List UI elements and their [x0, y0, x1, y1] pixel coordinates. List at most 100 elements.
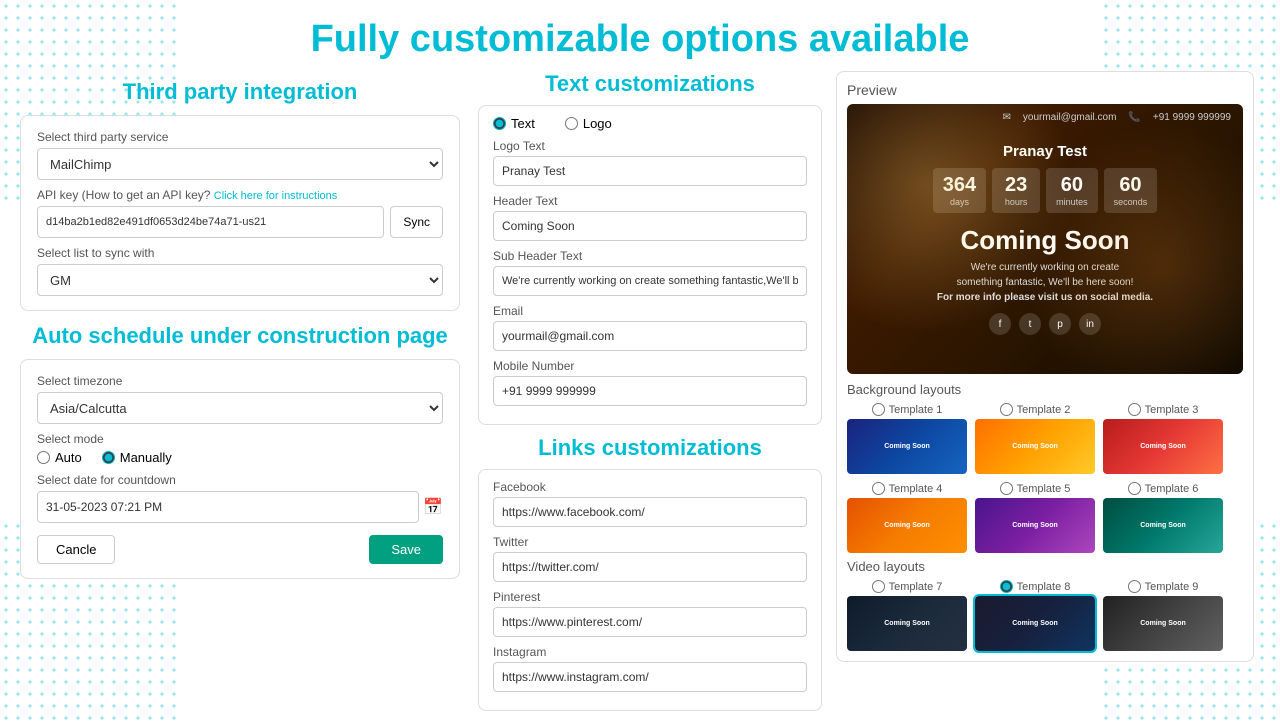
- template-7-thumb[interactable]: Coming Soon: [847, 596, 967, 651]
- template-5-radio[interactable]: [1000, 482, 1013, 495]
- template-1-label: Template 1: [889, 404, 943, 416]
- twitter-label: Twitter: [493, 535, 807, 549]
- template-item-2: Template 2 Coming Soon: [975, 403, 1095, 474]
- date-row: 📅: [37, 491, 443, 523]
- template-2-radio[interactable]: [1000, 403, 1013, 416]
- preview-image: ✉ yourmail@gmail.com 📞 +91 9999 999999 P…: [847, 104, 1243, 374]
- mode-radio-group: Auto Manually: [37, 450, 443, 465]
- template-4-radio[interactable]: [872, 482, 885, 495]
- mode-auto-radio[interactable]: [37, 451, 50, 464]
- template-7-label: Template 7: [889, 581, 943, 593]
- mode-label: Select mode: [37, 432, 443, 446]
- template-2-thumb[interactable]: Coming Soon: [975, 419, 1095, 474]
- template-item-3: Template 3 Coming Soon: [1103, 403, 1223, 474]
- sync-button[interactable]: Sync: [390, 206, 443, 238]
- twitter-input[interactable]: [493, 552, 807, 582]
- preview-particles: [847, 104, 1243, 374]
- list-label: Select list to sync with: [37, 246, 443, 260]
- mode-manually-label[interactable]: Manually: [102, 450, 172, 465]
- action-buttons: Cancle Save: [37, 535, 443, 564]
- cancel-button[interactable]: Cancle: [37, 535, 115, 564]
- api-link[interactable]: Click here for instructions: [214, 190, 338, 202]
- left-panel: Third party integration Select third par…: [10, 71, 470, 721]
- template-item-5: Template 5 Coming Soon: [975, 482, 1095, 553]
- facebook-field: Facebook: [493, 480, 807, 527]
- logo-text-input[interactable]: [493, 156, 807, 186]
- mode-auto-label[interactable]: Auto: [37, 450, 82, 465]
- pinterest-input[interactable]: [493, 607, 807, 637]
- facebook-label: Facebook: [493, 480, 807, 494]
- mode-auto-text: Auto: [55, 450, 82, 465]
- api-key-label: API key (How to get an API key? Click he…: [37, 188, 443, 202]
- template-1-radio[interactable]: [872, 403, 885, 416]
- pinterest-field: Pinterest: [493, 590, 807, 637]
- template-2-label: Template 2: [1017, 404, 1071, 416]
- template-item-9: Template 9 Coming Soon: [1103, 580, 1223, 651]
- template-item-1: Template 1 Coming Soon: [847, 403, 967, 474]
- right-panel: Preview ✉ yourmail@gmail.com 📞 +91 9999 …: [830, 71, 1260, 721]
- logo-radio[interactable]: [565, 117, 578, 130]
- mode-manually-radio[interactable]: [102, 451, 115, 464]
- main-heading: Fully customizable options available: [0, 0, 1280, 71]
- logo-radio-label[interactable]: Logo: [565, 116, 612, 131]
- template-8-radio[interactable]: [1000, 580, 1013, 593]
- sub-header-field: Sub Header Text: [493, 249, 807, 296]
- text-radio-label[interactable]: Text: [493, 116, 535, 131]
- email-input[interactable]: [493, 321, 807, 351]
- template-5-thumb[interactable]: Coming Soon: [975, 498, 1095, 553]
- facebook-input[interactable]: [493, 497, 807, 527]
- template-5-label: Template 5: [1017, 483, 1071, 495]
- instagram-field: Instagram: [493, 645, 807, 692]
- third-party-title: Third party integration: [20, 79, 460, 105]
- save-button[interactable]: Save: [369, 535, 443, 564]
- twitter-field: Twitter: [493, 535, 807, 582]
- template-7-radio[interactable]: [872, 580, 885, 593]
- template-9-thumb[interactable]: Coming Soon: [1103, 596, 1223, 651]
- middle-panel: Text customizations Text Logo Logo Text …: [470, 71, 830, 721]
- template-item-7: Template 7 Coming Soon: [847, 580, 967, 651]
- template-6-thumb[interactable]: Coming Soon: [1103, 498, 1223, 553]
- preview-phone: +91 9999 999999: [1153, 112, 1231, 123]
- calendar-icon[interactable]: 📅: [423, 497, 443, 517]
- email-label: Email: [493, 304, 807, 318]
- date-input[interactable]: [37, 491, 419, 523]
- text-customizations-title: Text customizations: [478, 71, 822, 97]
- logo-text-label: Logo Text: [493, 139, 807, 153]
- preview-contact-info: ✉ yourmail@gmail.com 📞 +91 9999 999999: [1003, 112, 1232, 123]
- template-3-label: Template 3: [1145, 404, 1199, 416]
- template-8-thumb[interactable]: Coming Soon: [975, 596, 1095, 651]
- third-party-select[interactable]: MailChimp Other: [37, 148, 443, 180]
- preview-phone-icon: 📞: [1128, 112, 1140, 123]
- preview-email-icon: ✉: [1003, 112, 1011, 123]
- sub-header-input[interactable]: [493, 266, 807, 296]
- text-radio[interactable]: [493, 117, 506, 130]
- header-text-input[interactable]: [493, 211, 807, 241]
- template-6-label: Template 6: [1145, 483, 1199, 495]
- mobile-input[interactable]: [493, 376, 807, 406]
- date-label: Select date for countdown: [37, 473, 443, 487]
- text-radio-text: Text: [511, 116, 535, 131]
- auto-schedule-title: Auto schedule under construction page: [20, 323, 460, 349]
- timezone-select[interactable]: Asia/Calcutta: [37, 392, 443, 424]
- background-template-grid: Template 1 Coming Soon Template 2 Coming…: [847, 403, 1243, 553]
- template-item-4: Template 4 Coming Soon: [847, 482, 967, 553]
- template-4-thumb[interactable]: Coming Soon: [847, 498, 967, 553]
- template-4-label: Template 4: [889, 483, 943, 495]
- sub-header-label: Sub Header Text: [493, 249, 807, 263]
- instagram-input[interactable]: [493, 662, 807, 692]
- third-party-card: Select third party service MailChimp Oth…: [20, 115, 460, 311]
- template-3-radio[interactable]: [1128, 403, 1141, 416]
- api-key-row: Sync: [37, 206, 443, 238]
- preview-container: Preview ✉ yourmail@gmail.com 📞 +91 9999 …: [836, 71, 1254, 662]
- template-9-radio[interactable]: [1128, 580, 1141, 593]
- template-item-8: Template 8 Coming Soon: [975, 580, 1095, 651]
- timezone-label: Select timezone: [37, 374, 443, 388]
- template-6-radio[interactable]: [1128, 482, 1141, 495]
- template-8-label: Template 8: [1017, 581, 1071, 593]
- text-customizations-card: Text Logo Logo Text Header Text Sub Head…: [478, 105, 822, 425]
- template-1-thumb[interactable]: Coming Soon: [847, 419, 967, 474]
- template-9-label: Template 9: [1145, 581, 1199, 593]
- api-key-input[interactable]: [37, 206, 384, 238]
- list-select[interactable]: GM: [37, 264, 443, 296]
- template-3-thumb[interactable]: Coming Soon: [1103, 419, 1223, 474]
